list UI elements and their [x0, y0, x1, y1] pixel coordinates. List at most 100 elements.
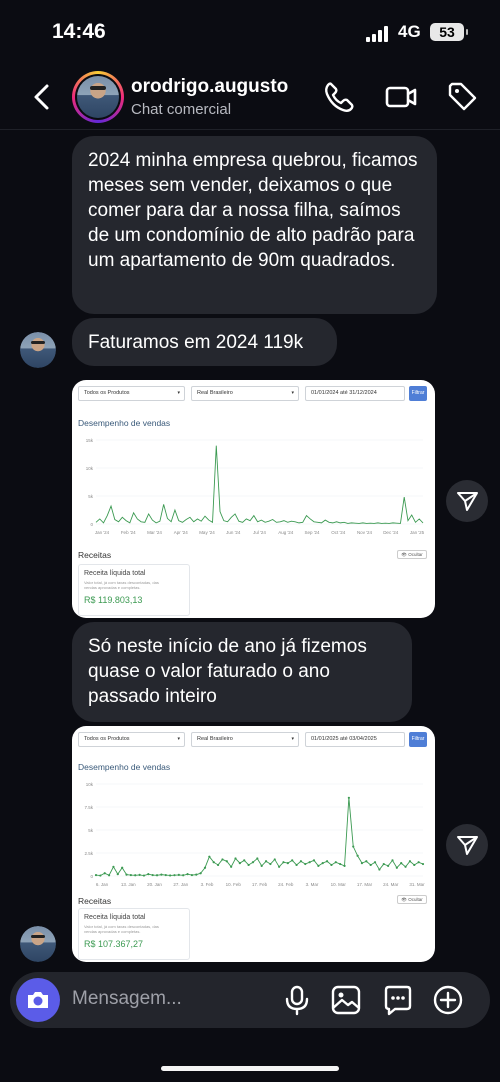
- revenue-section-title: Receitas: [78, 550, 112, 560]
- chart-title: Desempenho de vendas: [78, 762, 171, 772]
- data-point: [216, 863, 220, 867]
- data-point: [343, 864, 346, 867]
- data-point: [317, 864, 320, 867]
- message-input[interactable]: Mensagem...: [72, 988, 182, 1010]
- data-point: [347, 796, 350, 799]
- gallery-icon[interactable]: [330, 984, 362, 1016]
- data-point: [199, 872, 202, 875]
- data-point: [408, 860, 412, 863]
- tag-icon[interactable]: [446, 80, 480, 114]
- image-message[interactable]: Todos os Produtos ▾ Real Brasileiro ▾ 01/0…: [72, 380, 435, 618]
- x-tick-label: Jan '25: [410, 530, 425, 535]
- home-indicator: [161, 1066, 339, 1071]
- x-tick-label: Sep '24: [304, 530, 320, 535]
- x-tick-label: Jun '24: [226, 530, 241, 535]
- x-tick-label: 17. Feb: [252, 882, 268, 887]
- contact-subtitle: Chat comercial: [131, 101, 232, 118]
- revenue-value: R$ 119.803,13: [84, 595, 143, 605]
- data-point: [369, 863, 372, 867]
- data-point: [400, 862, 403, 865]
- data-point: [339, 862, 342, 866]
- avatar[interactable]: [72, 71, 124, 123]
- data-point: [169, 874, 172, 877]
- x-tick-label: Jan '24: [95, 530, 110, 535]
- y-tick-label: 7.5k: [84, 805, 93, 810]
- data-point: [99, 874, 102, 877]
- data-point: [308, 861, 311, 864]
- revenue-card-desc: Valor total, já com taxas descontadas, d…: [84, 580, 159, 590]
- x-tick-label: 10. Mar: [331, 882, 347, 887]
- x-tick-label: 6. Jan: [96, 882, 109, 887]
- data-point: [94, 873, 98, 877]
- data-point: [103, 872, 106, 875]
- data-point: [273, 858, 276, 861]
- data-point: [395, 866, 398, 869]
- sender-avatar: [20, 926, 56, 962]
- data-point: [421, 862, 425, 866]
- y-tick-label: 10k: [86, 782, 94, 787]
- chart-title: Desempenho de vendas: [78, 418, 171, 428]
- data-point: [256, 857, 259, 860]
- data-point: [278, 865, 281, 868]
- x-tick-label: Aug '24: [278, 530, 294, 535]
- y-tick-label: 5k: [88, 494, 94, 499]
- filter-button: Filtrar: [409, 732, 427, 747]
- contact-name[interactable]: orodrigo.augusto: [131, 76, 288, 98]
- image-message[interactable]: Todos os Produtos ▾ Real Brasileiro ▾ 01/0…: [72, 726, 435, 962]
- data-point: [282, 861, 285, 864]
- data-point: [304, 862, 307, 866]
- share-button[interactable]: [446, 824, 488, 866]
- add-icon[interactable]: [432, 984, 464, 1016]
- data-point: [151, 873, 154, 877]
- revenue-card: Receita líquida total Valor total, já co…: [78, 564, 190, 616]
- data-point: [251, 861, 255, 864]
- video-icon[interactable]: [384, 80, 418, 114]
- x-tick-label: 13. Jan: [121, 882, 136, 887]
- data-point: [129, 873, 132, 877]
- signal-icon: [366, 26, 390, 42]
- data-point: [190, 873, 194, 877]
- message-bubble[interactable]: 2024 minha empresa quebrou, ficamos mese…: [72, 136, 437, 314]
- x-tick-label: 20. Jan: [147, 882, 162, 887]
- x-tick-label: 27. Jan: [173, 882, 188, 887]
- network-label: 4G: [398, 22, 421, 41]
- y-tick-label: 0: [90, 874, 93, 879]
- data-point: [413, 863, 416, 867]
- status-time: 14:46: [52, 20, 106, 43]
- data-point: [238, 862, 241, 865]
- sales-chart: 15k 10k 5k 0Jan '24 Feb '24 Mar '24 Apr '24 May…: [86, 438, 425, 535]
- data-point: [352, 845, 355, 848]
- share-button[interactable]: [446, 480, 488, 522]
- message-bubble[interactable]: Só neste início de ano já fizemos quase …: [72, 622, 412, 722]
- products-dropdown: Todos os Produtos ▾: [78, 386, 185, 401]
- y-tick-label: 15k: [86, 438, 94, 443]
- data-point: [404, 865, 407, 868]
- currency-dropdown: Real Brasileiro ▾: [191, 732, 299, 747]
- message-composer: Mensagem...: [10, 972, 490, 1028]
- microphone-icon[interactable]: [281, 984, 313, 1016]
- data-point: [382, 862, 385, 866]
- message-bubble[interactable]: Faturamos em 2024 119k: [72, 318, 337, 366]
- sender-avatar: [20, 332, 56, 368]
- data-point: [264, 860, 268, 863]
- y-tick-label: 5k: [88, 828, 94, 833]
- y-tick-label: 10k: [86, 466, 94, 471]
- y-tick-label: 0: [90, 522, 93, 527]
- x-tick-label: 24. Mar: [383, 882, 399, 887]
- data-point: [286, 862, 289, 865]
- sticker-icon[interactable]: [382, 984, 414, 1016]
- phone-icon[interactable]: [322, 80, 356, 114]
- data-point: [247, 863, 250, 867]
- data-point: [147, 873, 150, 876]
- revenue-value: R$ 107.367,27: [84, 939, 144, 949]
- sales-chart: 10k 7.5k 5k 2.5k 06. Jan 13. Jan 20. Jan 27. Ja…: [84, 782, 425, 887]
- x-tick-label: 17. Mar: [357, 882, 373, 887]
- data-point: [360, 862, 364, 865]
- date-range: 01/01/2025 até 03/04/2025: [305, 732, 405, 747]
- send-icon: [457, 492, 478, 511]
- camera-button[interactable]: [16, 978, 60, 1022]
- data-point: [312, 859, 316, 862]
- revenue-card-title: Receita líquida total: [84, 570, 146, 577]
- data-point: [378, 868, 381, 871]
- back-icon[interactable]: [28, 82, 56, 112]
